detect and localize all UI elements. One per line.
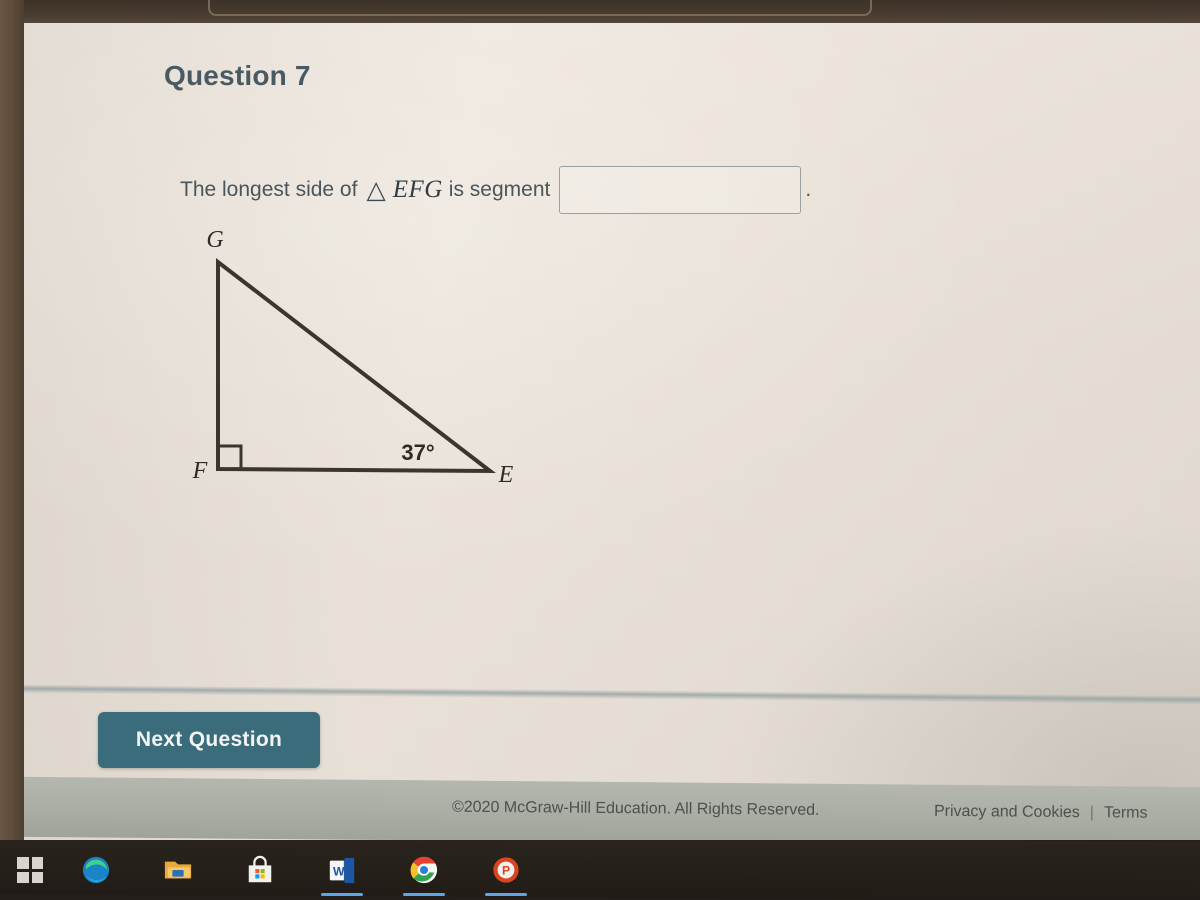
- laptop-screen-photo: Question 7 The longest side of △ EFG is …: [0, 0, 1200, 900]
- windows-taskbar: W P: [0, 840, 1200, 900]
- screen-bezel-left: [0, 0, 24, 900]
- angle-measure-label: 37°: [401, 440, 434, 465]
- question-content: Question 7 The longest side of △ EFG is …: [0, 22, 1200, 848]
- vertex-label-f: F: [192, 458, 208, 484]
- triangle-svg: G F E 37°: [192, 227, 514, 488]
- vertex-label-e: E: [498, 462, 514, 488]
- screen-bezel-top: [0, 0, 1200, 23]
- powerpoint-active-indicator: [485, 893, 527, 896]
- triangle-outline: [216, 257, 496, 474]
- content-divider: [0, 684, 1200, 705]
- microsoft-word-icon: W: [329, 857, 355, 884]
- word-active-indicator: [321, 893, 363, 896]
- triangle-name-label: EFG: [392, 176, 443, 203]
- file-explorer-button[interactable]: [148, 841, 208, 899]
- chrome-button[interactable]: [394, 841, 454, 899]
- google-chrome-icon: [410, 856, 438, 884]
- file-explorer-icon: [164, 861, 192, 879]
- microsoft-store-icon: [248, 855, 272, 883]
- privacy-and-cookies-link[interactable]: Privacy and Cookies: [934, 803, 1080, 822]
- word-button[interactable]: W: [312, 841, 372, 899]
- svg-text:P: P: [502, 864, 510, 878]
- footer-links: Privacy and Cookies | Terms: [934, 803, 1148, 823]
- triangle-figure: G F E 37°: [182, 220, 542, 500]
- next-question-button[interactable]: Next Question: [98, 712, 320, 768]
- microsoft-edge-icon: [82, 856, 110, 884]
- microsoft-store-button[interactable]: [230, 841, 290, 899]
- browser-page: Question 7 The longest side of △ EFG is …: [0, 22, 1200, 848]
- powerpoint-button[interactable]: P: [476, 841, 536, 899]
- taskbar-items: W P: [0, 840, 536, 900]
- microsoft-powerpoint-icon: P: [493, 857, 519, 883]
- answer-input[interactable]: [559, 166, 802, 214]
- terms-link[interactable]: Terms: [1104, 804, 1148, 822]
- question-prompt: The longest side of △ EFG is segment .: [180, 166, 811, 214]
- start-button[interactable]: [0, 841, 60, 899]
- edge-button[interactable]: [66, 841, 126, 899]
- chrome-active-indicator: [403, 893, 445, 896]
- windows-start-icon: [17, 857, 43, 883]
- right-angle-marker-icon: [218, 444, 243, 469]
- question-prefix-text: The longest side of: [180, 178, 358, 201]
- triangle-symbol-icon: △: [366, 175, 386, 204]
- vertex-label-g: G: [206, 227, 223, 253]
- copyright-text: ©2020 McGraw-Hill Education. All Rights …: [451, 798, 820, 819]
- question-suffix-text: is segment: [448, 178, 551, 201]
- footer-content: ©2020 McGraw-Hill Education. All Rights …: [22, 773, 1200, 845]
- browser-tab-outline: [208, 0, 872, 16]
- page-title: Question 7: [164, 60, 311, 91]
- svg-text:W: W: [333, 865, 345, 879]
- trailing-period: .: [805, 178, 812, 201]
- link-separator: |: [1089, 804, 1095, 822]
